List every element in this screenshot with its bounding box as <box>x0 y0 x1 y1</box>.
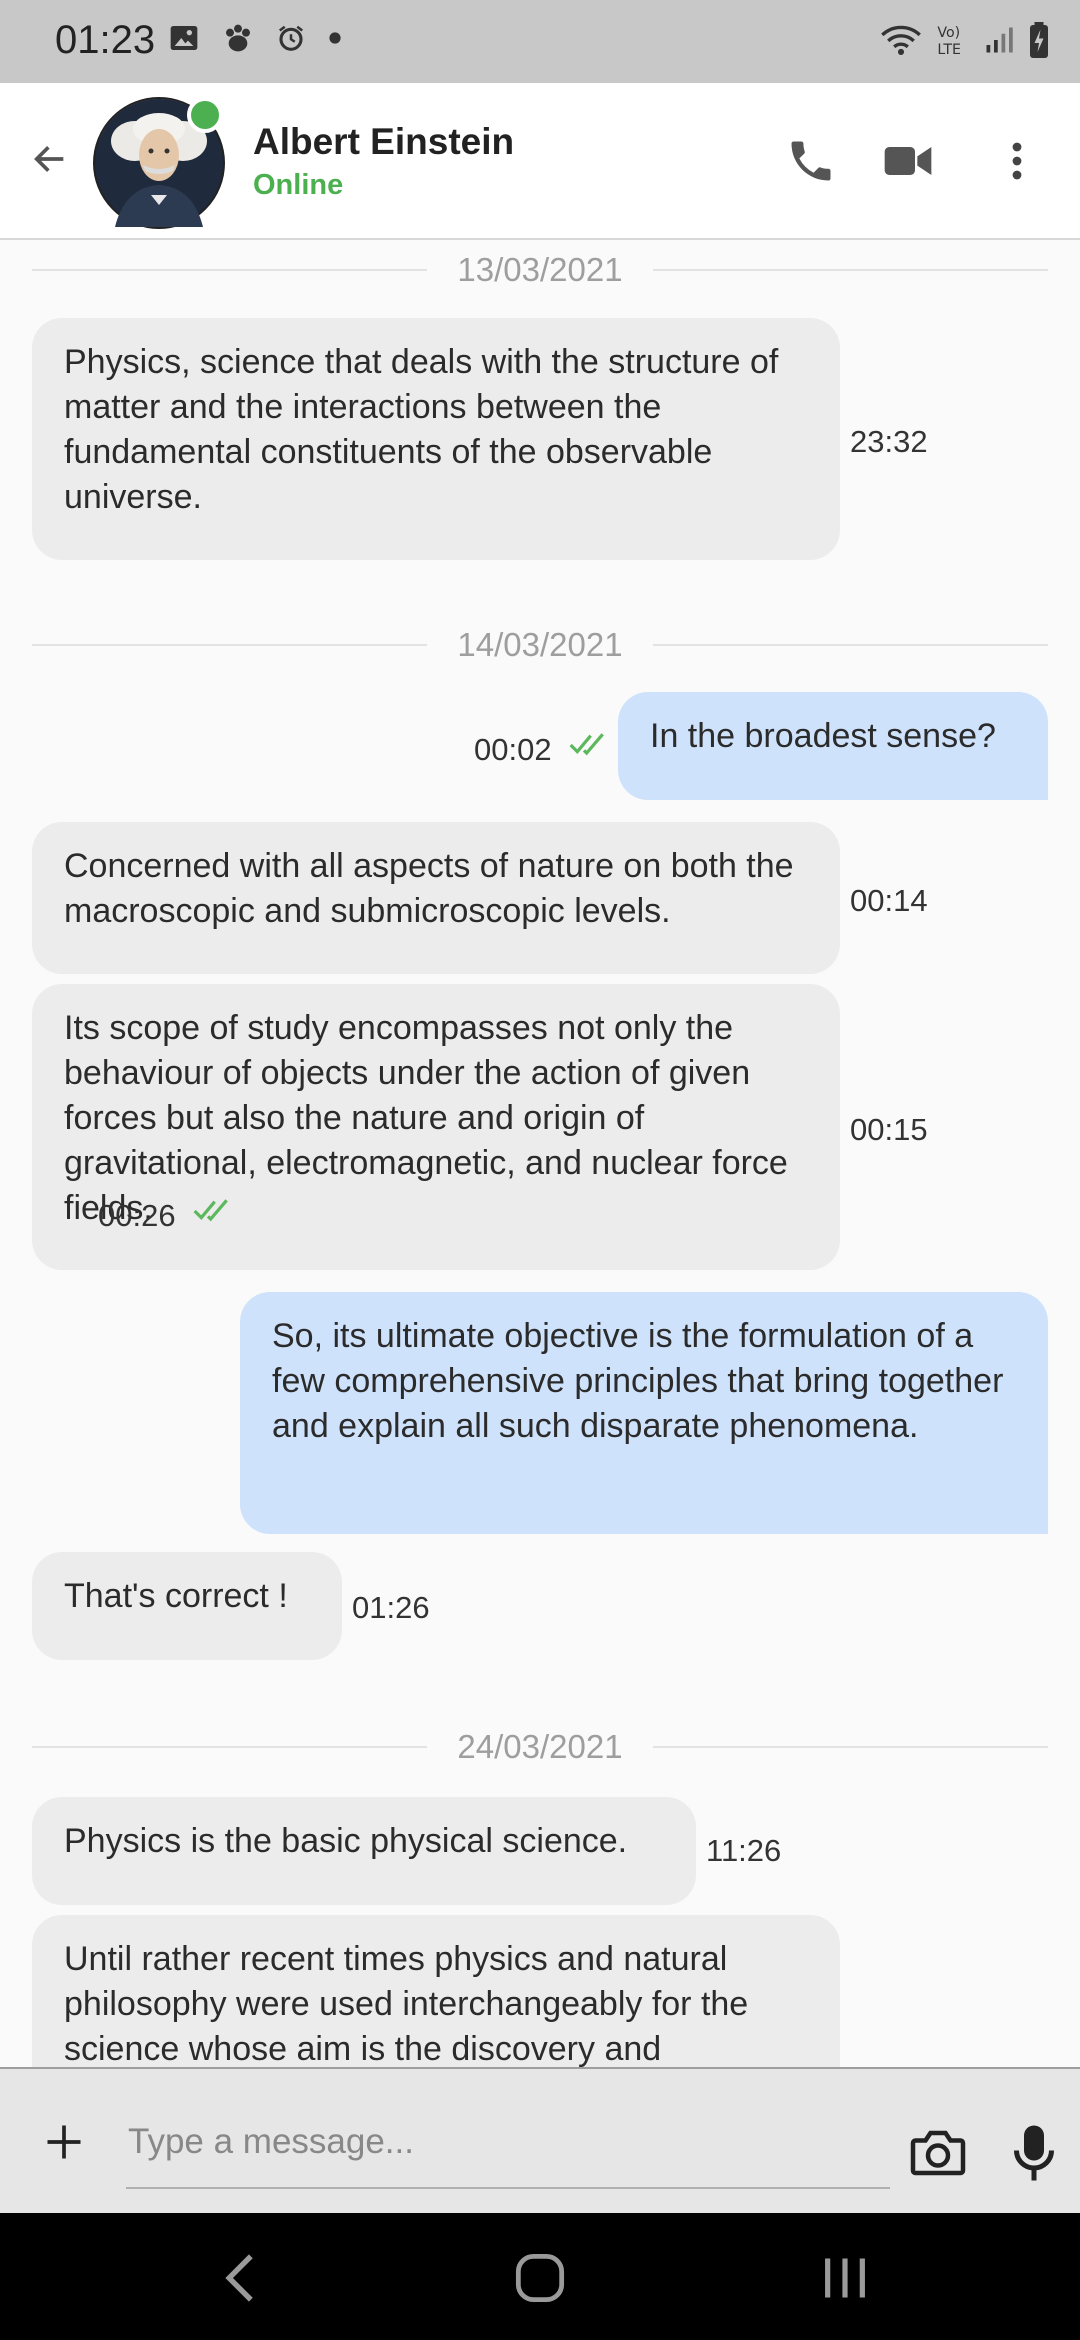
video-call-button[interactable] <box>872 125 944 197</box>
mic-icon <box>1014 2125 1054 2181</box>
back-button[interactable] <box>22 131 78 187</box>
video-icon <box>884 147 932 175</box>
status-time: 01:23 <box>55 18 156 62</box>
message-time: 23:32 <box>850 424 928 459</box>
image-icon <box>170 26 198 50</box>
message-text: Its scope of study encompasses not only … <box>64 1009 788 1227</box>
date-separator: 13/03/2021 <box>32 250 1049 290</box>
volte-icon: Vo)LTE <box>937 25 961 57</box>
call-button[interactable] <box>775 125 847 197</box>
camera-icon <box>910 2130 966 2176</box>
voice-record-button[interactable] <box>1006 2121 1062 2185</box>
outgoing-message[interactable]: In the broadest sense? <box>618 692 1048 800</box>
status-bar: 01:23 Vo) LTE <box>0 0 1080 83</box>
message-text: So, its ultimate objective is the formul… <box>272 1317 1004 1445</box>
outgoing-message[interactable]: So, its ultimate objective is the formul… <box>240 1292 1048 1534</box>
message-time: 11:26 <box>706 1833 782 1868</box>
date-label: 14/03/2021 <box>457 626 623 663</box>
camera-button[interactable] <box>906 2125 970 2181</box>
incoming-message[interactable]: Concerned with all aspects of nature on … <box>32 822 840 974</box>
back-nav-icon <box>225 2254 253 2302</box>
recents-nav-icon <box>825 2258 865 2298</box>
svg-text:LTE: LTE <box>937 42 961 57</box>
svg-text:Vo): Vo) <box>937 25 960 41</box>
contact-name[interactable]: Albert Einstein <box>253 121 514 163</box>
signal-icon <box>986 27 1013 53</box>
double-check-icon <box>569 733 604 756</box>
message-list[interactable]: 13/03/2021 Physics, science that deals w… <box>0 240 1080 2067</box>
message-text: Until rather recent times physics and na… <box>64 1940 749 2067</box>
message-text: Physics, science that deals with the str… <box>64 343 779 516</box>
message-text: In the broadest sense? <box>650 717 996 755</box>
double-check-icon <box>193 1199 228 1222</box>
message-text: That's correct ! <box>64 1577 288 1615</box>
message-text: Concerned with all aspects of nature on … <box>64 847 794 930</box>
system-nav-bar <box>0 2213 1080 2340</box>
message-time: 00:02 <box>474 732 552 767</box>
incoming-message[interactable]: Physics, science that deals with the str… <box>32 318 840 560</box>
battery-charging-icon <box>1030 22 1048 58</box>
wifi-icon <box>881 25 921 55</box>
message-composer <box>0 2067 1080 2215</box>
attach-button[interactable] <box>36 2114 92 2170</box>
incoming-message[interactable]: That's correct ! <box>32 1552 342 1660</box>
date-separator: 14/03/2021 <box>32 625 1049 665</box>
phone-icon <box>791 141 831 181</box>
more-options-button[interactable] <box>981 125 1053 197</box>
incoming-message[interactable]: Until rather recent times physics and na… <box>32 1915 840 2067</box>
chat-header: Albert Einstein Online <box>0 83 1080 240</box>
alarm-icon <box>279 25 303 51</box>
message-text: Physics is the basic physical science. <box>64 1822 628 1860</box>
contact-status: Online <box>253 169 344 201</box>
arrow-back-icon <box>34 146 64 172</box>
message-time: 01:26 <box>352 1590 430 1625</box>
message-time: 00:15 <box>850 1112 928 1147</box>
message-time: 00:14 <box>850 883 928 918</box>
message-time: 00:26 <box>98 1198 176 1233</box>
message-input[interactable] <box>126 2097 890 2189</box>
nav-recents-button[interactable] <box>805 2243 885 2313</box>
plus-icon <box>47 2125 81 2159</box>
incoming-message[interactable]: Physics is the basic physical science. <box>32 1797 696 1905</box>
date-label: 24/03/2021 <box>457 1728 623 1765</box>
date-label: 13/03/2021 <box>457 251 623 288</box>
more-vert-icon <box>1012 142 1022 180</box>
home-nav-icon <box>515 2253 565 2303</box>
status-icons-right: Vo) LTE <box>880 22 1050 58</box>
date-separator: 24/03/2021 <box>32 1727 1049 1767</box>
nav-back-button[interactable] <box>200 2243 280 2313</box>
nav-home-button[interactable] <box>500 2243 580 2313</box>
status-icons-left <box>168 22 342 54</box>
online-indicator <box>187 97 223 133</box>
paw-icon <box>226 24 250 52</box>
dot-icon <box>329 32 341 44</box>
